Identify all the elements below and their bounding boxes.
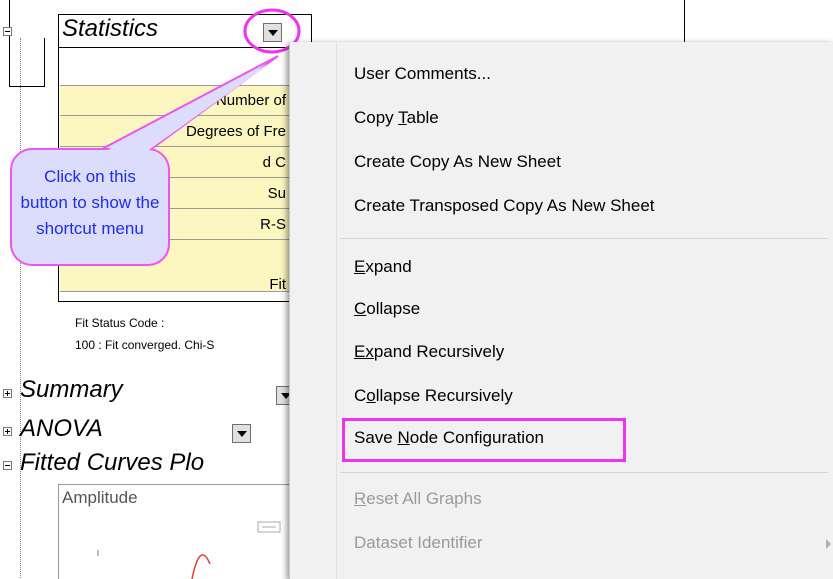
menu-icon-gutter <box>290 42 337 579</box>
submenu-arrow-icon <box>826 539 831 549</box>
menu-item-copy-table[interactable]: Copy Table <box>354 108 439 128</box>
menu-item-create-copy[interactable]: Create Copy As New Sheet <box>354 152 561 172</box>
menu-item-expand[interactable]: Expand <box>354 257 412 277</box>
menu-item-user-comments[interactable]: User Comments... <box>354 64 491 84</box>
menu-item-collapse-recursively[interactable]: Collapse Recursively <box>354 386 513 406</box>
menu-item-dataset-identifier[interactable]: Dataset Identifier <box>354 533 483 553</box>
menu-item-expand-recursively[interactable]: Expand Recursively <box>354 342 504 362</box>
menu-item-create-transposed-copy[interactable]: Create Transposed Copy As New Sheet <box>354 196 655 216</box>
menu-separator <box>340 472 828 473</box>
menu-item-reset-all-graphs[interactable]: Reset All Graphs <box>354 489 482 509</box>
menu-item-save-node-configuration[interactable]: Save Node Configuration <box>354 428 544 448</box>
context-menu: User Comments... Copy Table Create Copy … <box>289 42 833 579</box>
menu-separator <box>340 238 828 239</box>
menu-item-collapse[interactable]: Collapse <box>354 299 420 319</box>
